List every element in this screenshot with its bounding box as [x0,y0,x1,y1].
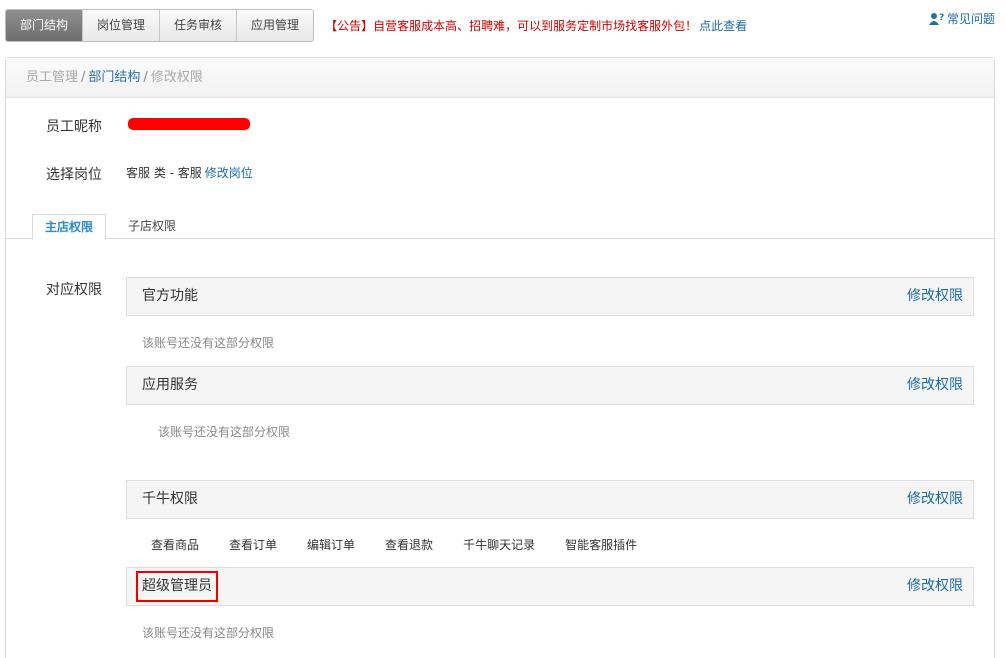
nickname-label: 员工昵称 [46,119,102,135]
permission-item: 千牛聊天记录 [463,538,536,552]
breadcrumb-employee-management[interactable]: 员工管理 [26,70,78,85]
qianniu-permission-list: 查看商品 查看订单 编辑订单 查看退款 千牛聊天记录 智能客服插件 [151,536,667,553]
edit-post-link[interactable]: 修改岗位 [205,166,253,180]
user-question-icon: ? [928,12,945,26]
tab-app-management[interactable]: 应用管理 [237,10,314,41]
permission-item: 查看订单 [229,538,278,552]
breadcrumb-separator: / [143,70,148,85]
section-app-services: 应用服务 修改权限 [126,366,974,405]
tab-department-structure[interactable]: 部门结构 [6,10,84,41]
breadcrumb-separator: / [81,70,86,85]
no-permission-note: 该账号还没有这部分权限 [142,626,275,640]
section-title: 千牛权限 [142,491,198,507]
tab-task-review[interactable]: 任务审核 [160,10,238,41]
section-official-features: 官方功能 修改权限 [126,277,974,316]
announcement: 【公告】自营客服成本高、招聘难，可以到服务定制市场找客服外包！ 点此查看 [325,17,747,34]
breadcrumb: 员工管理 / 部门结构 / 修改权限 [6,58,994,98]
permission-item: 编辑订单 [307,538,356,552]
section-qianniu-permissions: 千牛权限 修改权限 [126,480,974,519]
help-link[interactable]: ? 常见问题 [928,10,995,27]
permissions-label: 对应权限 [46,282,102,298]
permission-item: 查看商品 [151,538,200,552]
tab-sub-store-permissions[interactable]: 子店权限 [116,214,188,239]
redacted-nickname [128,118,250,130]
permission-item: 智能客服插件 [565,538,638,552]
svg-text:?: ? [939,13,944,23]
tab-main-store-permissions[interactable]: 主店权限 [32,214,107,240]
section-title: 官方功能 [142,288,198,304]
breadcrumb-edit-permissions: 修改权限 [150,70,203,85]
tab-post-management[interactable]: 岗位管理 [83,10,161,41]
no-permission-note: 该账号还没有这部分权限 [142,336,275,350]
permission-item: 查看退款 [385,538,434,552]
help-label: 常见问题 [946,12,995,26]
post-label: 选择岗位 [46,167,102,183]
top-tab-group: 部门结构 岗位管理 任务审核 应用管理 [5,9,315,42]
top-toolbar: 部门结构 岗位管理 任务审核 应用管理 【公告】自营客服成本高、招聘难，可以到服… [5,9,747,42]
announcement-link[interactable]: 点此查看 [699,19,747,33]
permission-subtabs: 主店权限 子店权限 [6,214,994,240]
edit-permission-link[interactable]: 修改权限 [907,367,963,404]
post-value-text: 客服 类 - 客服 [126,166,202,180]
section-title-highlighted: 超级管理员 [136,571,218,602]
section-title: 应用服务 [142,377,198,393]
section-super-admin: 超级管理员 修改权限 [126,567,974,606]
edit-permission-link[interactable]: 修改权限 [907,481,963,518]
breadcrumb-department-structure[interactable]: 部门结构 [88,70,140,85]
no-permission-note: 该账号还没有这部分权限 [158,425,291,439]
edit-permission-link[interactable]: 修改权限 [907,278,963,315]
edit-permission-link[interactable]: 修改权限 [907,568,963,605]
post-value: 客服 类 - 客服 修改岗位 [126,164,253,181]
main-panel: 员工管理 / 部门结构 / 修改权限 员工昵称 选择岗位 客服 类 - 客服 修改岗位 主… [5,57,995,658]
announcement-text: 【公告】自营客服成本高、招聘难，可以到服务定制市场找客服外包！ [325,19,698,33]
